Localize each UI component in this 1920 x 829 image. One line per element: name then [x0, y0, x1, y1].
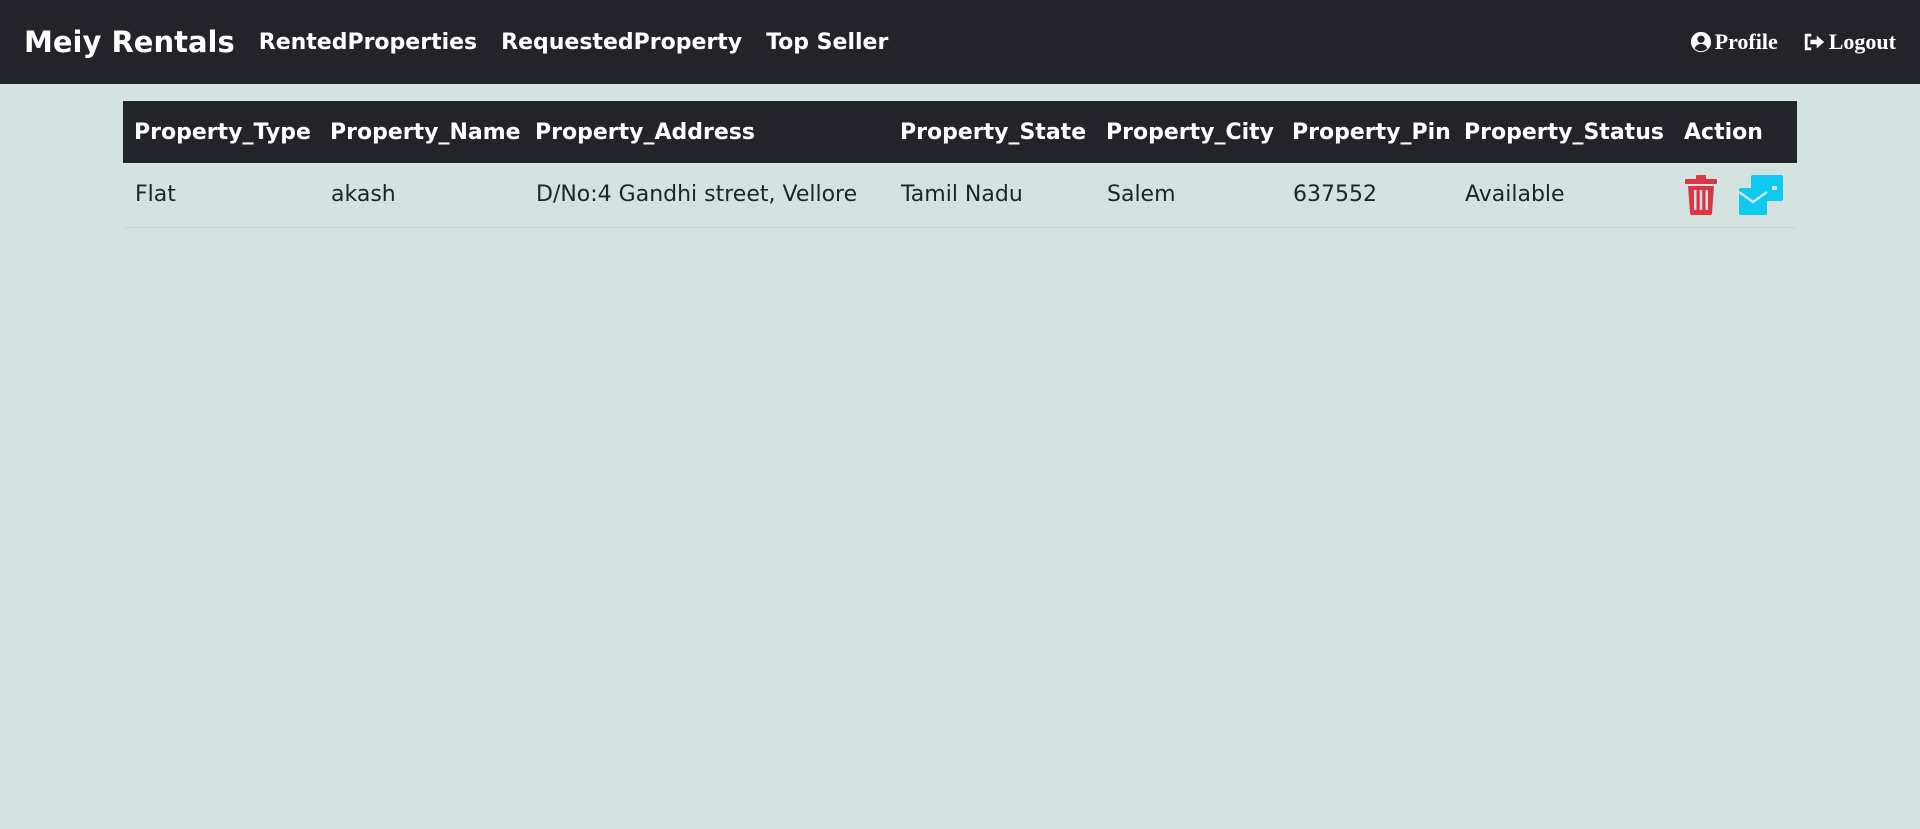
sign-out-icon: [1804, 33, 1824, 51]
header-row: Property_Type Property_Name Property_Add…: [123, 101, 1797, 163]
logout-link[interactable]: Logout: [1802, 29, 1896, 55]
properties-table-container: Property_Type Property_Name Property_Add…: [123, 101, 1797, 228]
cell-property-state: Tamil Nadu: [901, 182, 1023, 208]
user-circle-icon: [1690, 31, 1711, 53]
message-button[interactable]: [1739, 174, 1783, 215]
nav-link-rented-properties[interactable]: RentedProperties: [259, 30, 477, 55]
profile-label: Profile: [1714, 29, 1778, 54]
cell-property-city: Salem: [1107, 182, 1176, 208]
delete-button[interactable]: [1685, 174, 1717, 215]
navbar: Meiy Rentals RentedProperties RequestedP…: [0, 0, 1920, 84]
row-actions: [1685, 174, 1797, 215]
cell-property-status: Available: [1465, 182, 1565, 208]
nav-link-requested-property[interactable]: RequestedProperty: [501, 30, 742, 55]
cell-property-type: Flat: [135, 182, 176, 208]
properties-table: Property_Type Property_Name Property_Add…: [123, 101, 1797, 228]
table-row: Flat akash D/No:4 Gandhi street, Vellore…: [123, 163, 1797, 227]
cell-action: [1673, 163, 1797, 227]
cell-property-pin: 637552: [1293, 182, 1377, 208]
table-body: Flat akash D/No:4 Gandhi street, Vellore…: [123, 163, 1797, 227]
profile-link[interactable]: Profile: [1690, 29, 1778, 55]
column-header-action: Action: [1684, 119, 1763, 145]
table-header: Property_Type Property_Name Property_Add…: [123, 101, 1797, 163]
column-header-property-address: Property_Address: [535, 119, 755, 145]
column-header-property-type: Property_Type: [134, 119, 311, 145]
envelopes-icon: [1739, 174, 1783, 215]
nav-link-top-seller[interactable]: Top Seller: [766, 30, 888, 55]
column-header-property-pin: Property_Pin: [1292, 119, 1451, 145]
cell-property-name: akash: [331, 182, 396, 208]
brand-logo[interactable]: Meiy Rentals: [24, 25, 235, 59]
column-header-property-city: Property_City: [1106, 119, 1275, 145]
column-header-property-name: Property_Name: [330, 119, 521, 145]
nav-right: Profile Logout: [1666, 29, 1896, 55]
nav-links: RentedProperties RequestedProperty Top S…: [259, 30, 913, 55]
logout-label: Logout: [1828, 29, 1896, 54]
trash-icon: [1685, 174, 1717, 215]
cell-property-address: D/No:4 Gandhi street, Vellore: [536, 182, 858, 208]
column-header-property-status: Property_Status: [1464, 119, 1664, 145]
column-header-property-state: Property_State: [900, 119, 1087, 145]
